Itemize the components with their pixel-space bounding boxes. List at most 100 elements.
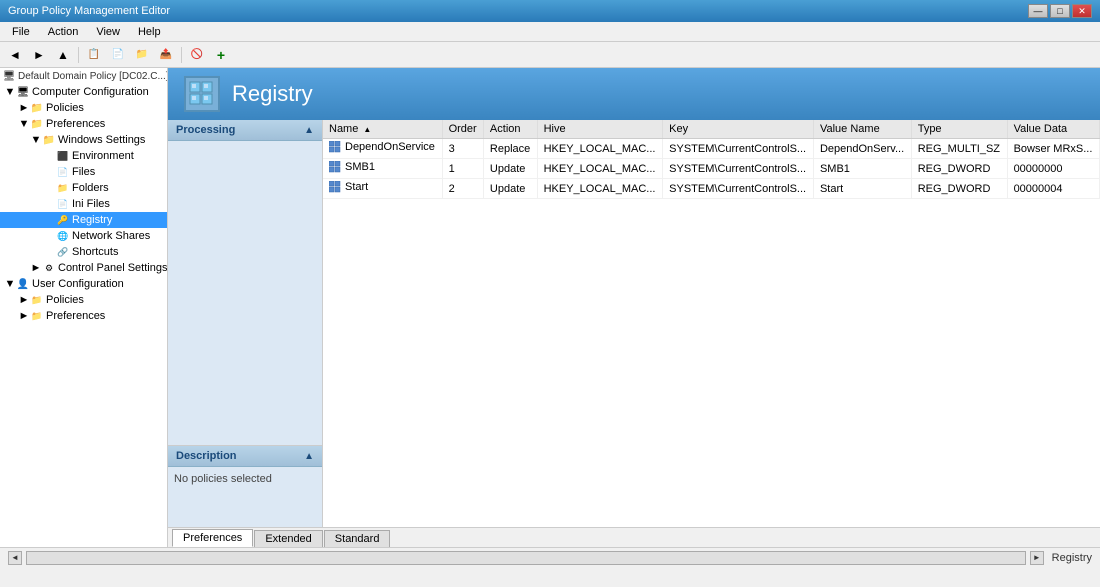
menu-file[interactable]: File bbox=[4, 24, 38, 40]
processing-label: Processing bbox=[176, 124, 235, 136]
windows-settings-label: Windows Settings bbox=[58, 134, 145, 146]
expand-windows-settings: ▼ bbox=[30, 134, 42, 146]
content-split: Processing ▲ Description ▲ No policies s… bbox=[168, 120, 1100, 527]
expand-preferences: ▼ bbox=[18, 118, 30, 130]
user-preferences-label: Preferences bbox=[46, 310, 105, 322]
status-bar: ◄ ► Registry bbox=[0, 547, 1100, 567]
menu-view[interactable]: View bbox=[88, 24, 128, 40]
col-order[interactable]: Order bbox=[442, 120, 483, 139]
menu-help[interactable]: Help bbox=[130, 24, 169, 40]
scroll-area: ◄ ► bbox=[8, 551, 1044, 565]
toolbar-folder[interactable]: 📁 bbox=[131, 45, 153, 65]
tree-policies[interactable]: ► 📁 Policies bbox=[0, 100, 167, 116]
folders-icon: 📁 bbox=[56, 181, 70, 195]
tree-shortcuts[interactable]: 🔗 Shortcuts bbox=[0, 244, 167, 260]
tree-root-label: Default Domain Policy [DC02.C...] bbox=[18, 71, 168, 82]
table-row[interactable]: DependOnService 3 Replace HKEY_LOCAL_MAC… bbox=[323, 139, 1100, 159]
tab-preferences[interactable]: Preferences bbox=[172, 529, 253, 547]
description-header: Description ▲ bbox=[168, 446, 322, 467]
user-prefs-icon: 📁 bbox=[30, 309, 44, 323]
registry-page-title: Registry bbox=[232, 81, 313, 107]
tree-panel: 🖥 Default Domain Policy [DC02.C...] ▼ 🖥 … bbox=[0, 68, 168, 547]
domain-icon: 🖥 bbox=[2, 69, 16, 83]
main-area: 🖥 Default Domain Policy [DC02.C...] ▼ 🖥 … bbox=[0, 68, 1100, 547]
tree-user-preferences[interactable]: ► 📁 Preferences bbox=[0, 308, 167, 324]
description-text: No policies selected bbox=[174, 473, 272, 485]
cell-value-name: DependOnServ... bbox=[813, 139, 911, 159]
table-row[interactable]: Start 2 Update HKEY_LOCAL_MAC... SYSTEM\… bbox=[323, 179, 1100, 199]
scroll-left-btn[interactable]: ◄ bbox=[8, 551, 22, 565]
expand-user-prefs: ► bbox=[18, 310, 30, 322]
maximize-button[interactable]: □ bbox=[1050, 4, 1070, 18]
shortcuts-icon: 🔗 bbox=[56, 245, 70, 259]
expand-computer: ▼ bbox=[4, 86, 16, 98]
toolbar-back[interactable]: ◄ bbox=[4, 45, 26, 65]
tree-files[interactable]: 📄 Files bbox=[0, 164, 167, 180]
processing-collapse-btn[interactable]: ▲ bbox=[304, 125, 314, 136]
tree-environment[interactable]: ⬛ Environment bbox=[0, 148, 167, 164]
tree-user-config[interactable]: ▼ 👤 User Configuration bbox=[0, 276, 167, 292]
table-area: Name ▲ Order Action Hive Key Value Name … bbox=[323, 120, 1100, 527]
col-key[interactable]: Key bbox=[663, 120, 814, 139]
tree-computer-config[interactable]: ▼ 🖥 Computer Configuration bbox=[0, 84, 167, 100]
environment-icon: ⬛ bbox=[56, 149, 70, 163]
col-name[interactable]: Name ▲ bbox=[323, 120, 442, 139]
cell-type: REG_DWORD bbox=[911, 159, 1007, 179]
toolbar-add[interactable]: + bbox=[210, 45, 232, 65]
registry-label: Registry bbox=[72, 214, 112, 226]
table-row[interactable]: SMB1 1 Update HKEY_LOCAL_MAC... SYSTEM\C… bbox=[323, 159, 1100, 179]
col-type[interactable]: Type bbox=[911, 120, 1007, 139]
toolbar-export[interactable]: 📤 bbox=[155, 45, 177, 65]
control-panel-label: Control Panel Settings bbox=[58, 262, 167, 274]
tree-folders[interactable]: 📁 Folders bbox=[0, 180, 167, 196]
toolbar-copy[interactable]: 📋 bbox=[83, 45, 105, 65]
description-label: Description bbox=[176, 450, 237, 462]
cell-action: Update bbox=[483, 159, 537, 179]
window-controls[interactable]: — □ ✕ bbox=[1028, 4, 1092, 18]
ini-icon: 📄 bbox=[56, 197, 70, 211]
toolbar-paste[interactable]: 📄 bbox=[107, 45, 129, 65]
col-value-data[interactable]: Value Data bbox=[1007, 120, 1099, 139]
col-hive[interactable]: Hive bbox=[537, 120, 663, 139]
toolbar-delete[interactable]: 🚫 bbox=[186, 45, 208, 65]
description-panel: Description ▲ No policies selected bbox=[168, 445, 322, 527]
tree-registry[interactable]: 🔑 Registry bbox=[0, 212, 167, 228]
tree-root[interactable]: 🖥 Default Domain Policy [DC02.C...] bbox=[0, 68, 167, 84]
user-policies-label: Policies bbox=[46, 294, 84, 306]
tree-user-policies[interactable]: ► 📁 Policies bbox=[0, 292, 167, 308]
cell-value-data: 00000000 bbox=[1007, 159, 1099, 179]
cell-value-name: SMB1 bbox=[813, 159, 911, 179]
tree-network-shares[interactable]: 🌐 Network Shares bbox=[0, 228, 167, 244]
scroll-track[interactable] bbox=[26, 551, 1026, 565]
expand-control-panel: ► bbox=[30, 262, 42, 274]
files-label: Files bbox=[72, 166, 95, 178]
cell-key: SYSTEM\CurrentControlS... bbox=[663, 139, 814, 159]
registry-table: Name ▲ Order Action Hive Key Value Name … bbox=[323, 120, 1100, 199]
policies-folder-icon: 📁 bbox=[30, 101, 44, 115]
toolbar-up[interactable]: ▲ bbox=[52, 45, 74, 65]
network-shares-label: Network Shares bbox=[72, 230, 150, 242]
tab-extended[interactable]: Extended bbox=[254, 530, 322, 547]
cell-value-data: 00000004 bbox=[1007, 179, 1099, 199]
toolbar-forward[interactable]: ► bbox=[28, 45, 50, 65]
col-value-name[interactable]: Value Name bbox=[813, 120, 911, 139]
tree-preferences[interactable]: ▼ 📁 Preferences bbox=[0, 116, 167, 132]
cell-name: DependOnService bbox=[323, 139, 442, 159]
tab-standard[interactable]: Standard bbox=[324, 530, 391, 547]
folders-label: Folders bbox=[72, 182, 109, 194]
tree-control-panel[interactable]: ► ⚙ Control Panel Settings bbox=[0, 260, 167, 276]
expand-user-policies: ► bbox=[18, 294, 30, 306]
scroll-right-btn[interactable]: ► bbox=[1030, 551, 1044, 565]
user-policies-icon: 📁 bbox=[30, 293, 44, 307]
close-button[interactable]: ✕ bbox=[1072, 4, 1092, 18]
cell-name: SMB1 bbox=[323, 159, 442, 179]
menu-action[interactable]: Action bbox=[40, 24, 87, 40]
cell-type: REG_DWORD bbox=[911, 179, 1007, 199]
minimize-button[interactable]: — bbox=[1028, 4, 1048, 18]
tree-ini-files[interactable]: 📄 Ini Files bbox=[0, 196, 167, 212]
tree-windows-settings[interactable]: ▼ 📁 Windows Settings bbox=[0, 132, 167, 148]
bottom-tabs: Preferences Extended Standard bbox=[168, 527, 1100, 547]
col-action[interactable]: Action bbox=[483, 120, 537, 139]
description-collapse-btn[interactable]: ▲ bbox=[304, 451, 314, 462]
cell-action: Replace bbox=[483, 139, 537, 159]
